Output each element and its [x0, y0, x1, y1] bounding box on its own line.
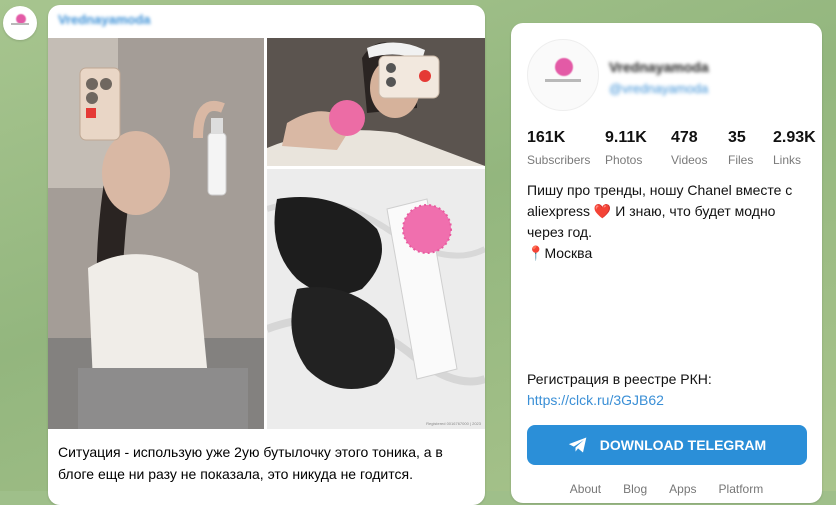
channel-title: Vrednayamoda	[609, 59, 709, 75]
telegram-plane-icon	[568, 437, 587, 453]
album-photo-selfie-with-toner[interactable]	[48, 38, 264, 429]
location-pin-icon: 📍	[527, 245, 545, 261]
registry-link[interactable]: https://clck.ru/3GJB62	[527, 392, 664, 408]
stat-label: Files	[728, 153, 754, 167]
registry-label: Регистрация в реестре РКН:	[527, 371, 712, 387]
album-photo-massage-ball[interactable]	[267, 38, 485, 166]
photo-flatlay-illustration	[267, 169, 485, 429]
channel-post: Vrednayamoda Registered 0016767000 | 202…	[48, 5, 485, 505]
download-button-label: DOWNLOAD TELEGRAM	[599, 437, 767, 453]
stat-videos[interactable]: 478 Videos	[671, 129, 707, 169]
post-author-name[interactable]: Vrednayamoda	[58, 12, 151, 27]
stat-value: 2.93K	[773, 129, 816, 146]
footer-link-about[interactable]: About	[570, 482, 601, 502]
red-heart-icon: ❤️	[593, 203, 612, 219]
channel-location: Москва	[544, 245, 593, 261]
stat-files[interactable]: 35 Files	[728, 129, 753, 169]
post-text: Ситуация - использую уже 2ую бутылочку э…	[58, 444, 443, 482]
footer-link-blog[interactable]: Blog	[623, 482, 647, 502]
stat-label: Subscribers	[527, 153, 591, 167]
photo-album: Registered 0016767000 | 2023	[48, 38, 485, 429]
stat-value: 9.11K	[605, 129, 647, 146]
channel-stats: 161K Subscribers 9.11K Photos 478 Videos…	[527, 129, 822, 173]
stat-value: 161K	[527, 129, 566, 146]
photo-selfie-illustration	[48, 38, 264, 429]
photo-massage-illustration	[267, 38, 485, 166]
vrednayamoda-logo	[9, 12, 31, 34]
stat-subscribers: 161K Subscribers	[527, 129, 590, 169]
download-telegram-button[interactable]: DOWNLOAD TELEGRAM	[527, 425, 807, 465]
stat-links[interactable]: 2.93K Links	[773, 129, 816, 169]
stat-photos[interactable]: 9.11K Photos	[605, 129, 647, 169]
channel-card-avatar	[527, 39, 599, 111]
channel-avatar[interactable]	[3, 6, 37, 40]
photo-caption: Registered 0016767000 | 2023	[426, 421, 481, 426]
stat-label: Links	[773, 153, 802, 167]
stat-value: 35	[728, 129, 746, 146]
footer-link-apps[interactable]: Apps	[669, 482, 696, 502]
footer-link-platform[interactable]: Platform	[719, 482, 764, 502]
footer-links: About Blog Apps Platform	[511, 482, 822, 502]
stat-value: 478	[671, 129, 698, 146]
channel-description: Пишу про тренды, ношу Chanel вместе с al…	[527, 180, 799, 264]
stat-label: Videos	[671, 153, 708, 167]
channel-username[interactable]: @vrednayamoda	[609, 81, 708, 96]
album-photo-flatlay[interactable]: Registered 0016767000 | 2023	[267, 169, 485, 429]
channel-info-card: Vrednayamoda @vrednayamoda 161K Subscrib…	[511, 23, 822, 503]
stat-label: Photos	[605, 153, 643, 167]
vrednayamoda-logo	[541, 53, 585, 97]
